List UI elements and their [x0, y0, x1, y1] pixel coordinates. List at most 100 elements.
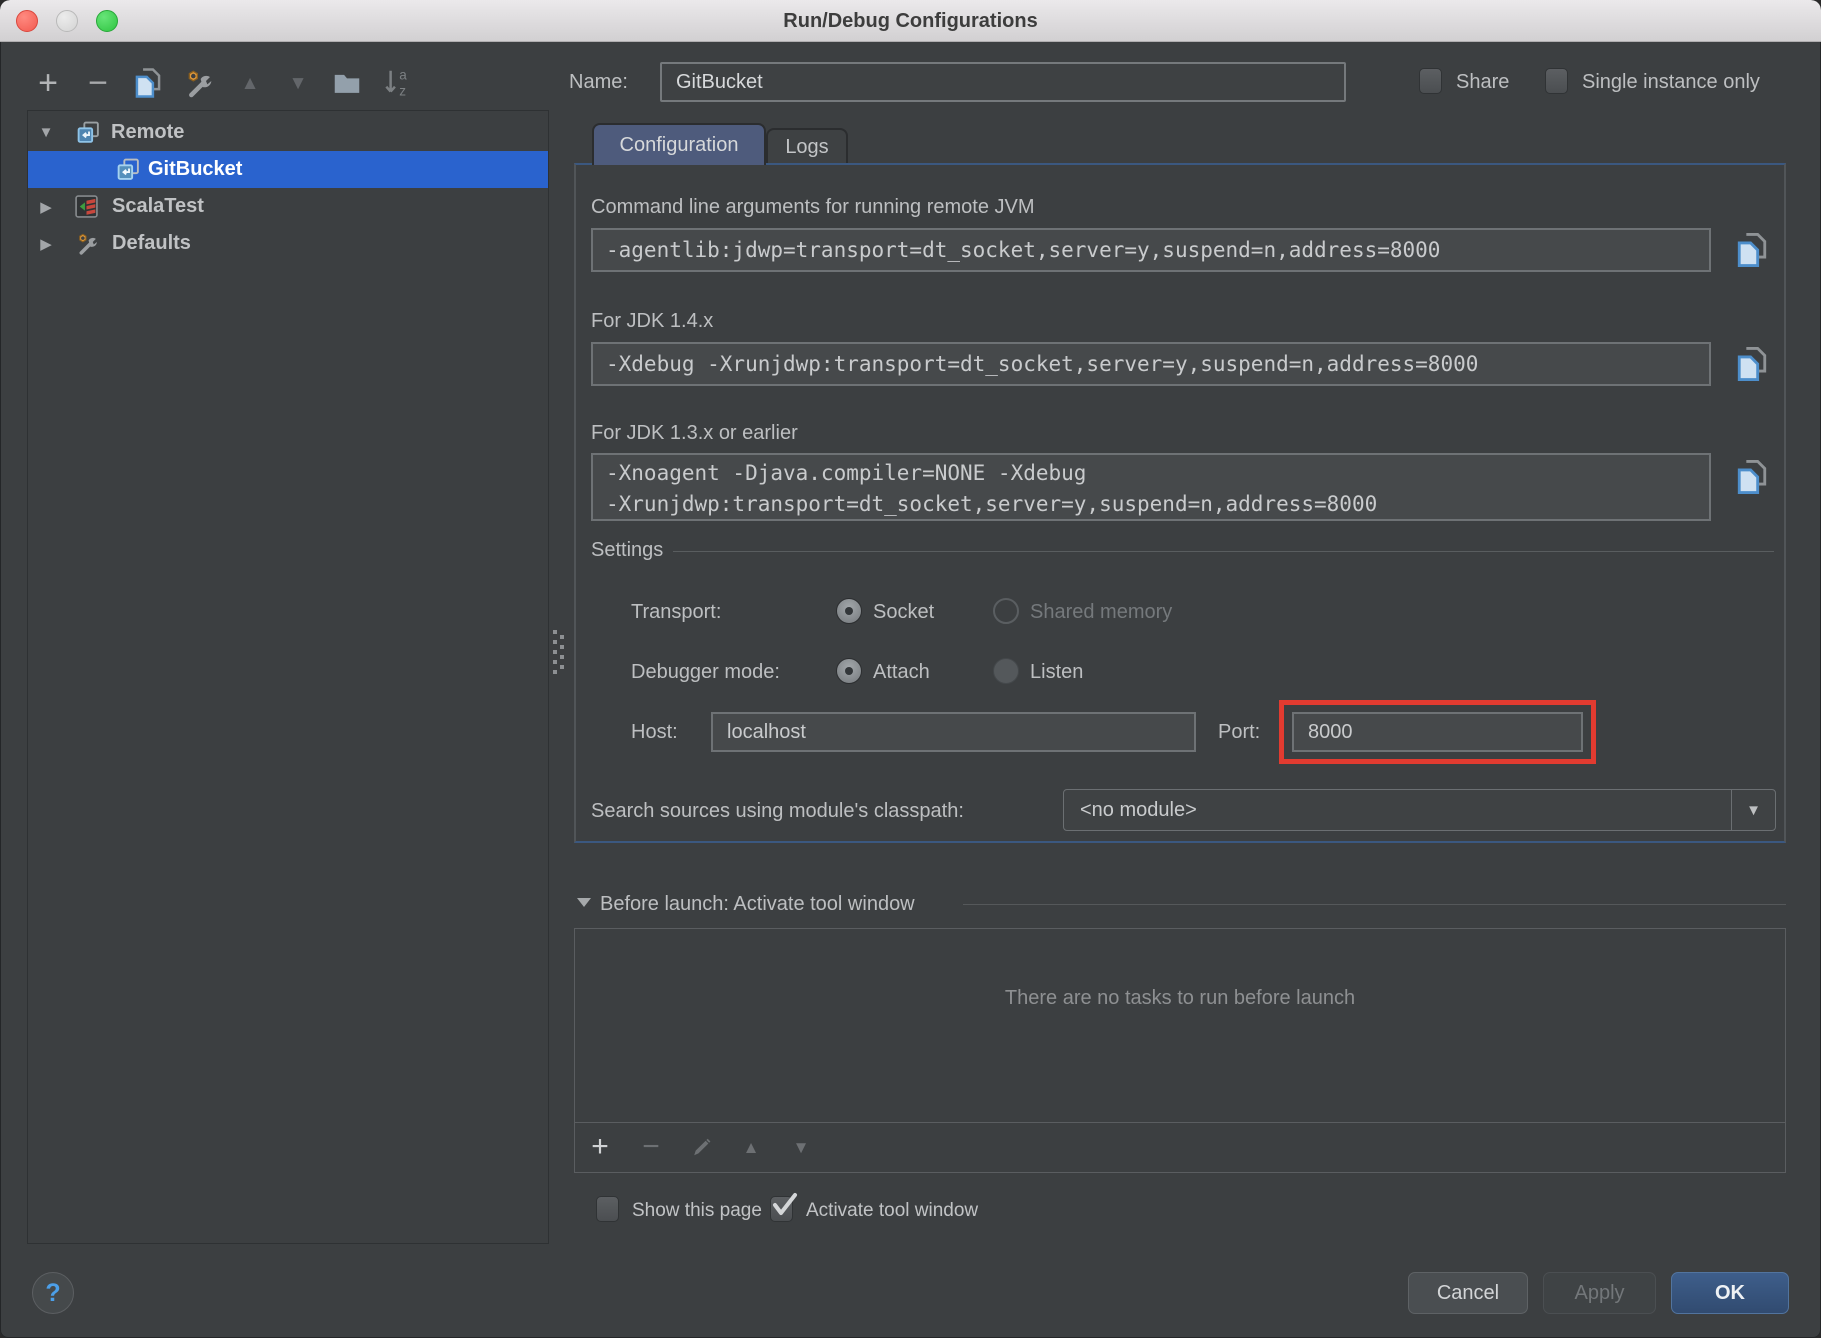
expand-arrow-icon[interactable]: ▶ — [36, 235, 56, 253]
module-classpath-value: <no module> — [1080, 790, 1197, 830]
copy-configuration-button[interactable] — [129, 63, 167, 103]
apply-button[interactable]: Apply — [1543, 1272, 1656, 1314]
move-task-up-button[interactable]: ▲ — [736, 1131, 766, 1163]
remote-config-icon — [116, 157, 141, 182]
plus-icon: + — [591, 1132, 609, 1162]
copy-jdk14-button[interactable] — [1730, 340, 1774, 388]
ok-button[interactable]: OK — [1671, 1272, 1789, 1314]
tree-item-scalatest[interactable]: ▶ ScalaTest — [28, 188, 548, 225]
tree-item-remote[interactable]: ▼ Remote — [28, 114, 548, 151]
configurations-tree: ▼ Remote GitBucket ▶ — [27, 110, 549, 1244]
jdk13-label: For JDK 1.3.x or earlier — [591, 422, 798, 445]
arrow-up-icon: ▲ — [241, 74, 260, 93]
cmd-args-field[interactable]: -agentlib:jdwp=transport=dt_socket,serve… — [591, 228, 1711, 272]
port-input[interactable]: 8000 — [1292, 712, 1583, 752]
tree-item-defaults[interactable]: ▶ Defaults — [28, 225, 548, 262]
move-down-button[interactable]: ▼ — [279, 63, 317, 103]
shared-memory-radio[interactable] — [993, 598, 1019, 624]
tree-item-gitbucket[interactable]: GitBucket — [28, 151, 548, 188]
settings-divider — [673, 551, 1774, 552]
name-input[interactable]: GitBucket — [660, 62, 1346, 102]
dropdown-arrow-button[interactable]: ▼ — [1731, 790, 1775, 830]
cmd-args-label: Command line arguments for running remot… — [591, 196, 1035, 219]
share-checkbox[interactable] — [1419, 68, 1442, 94]
svg-text:z: z — [399, 83, 406, 98]
copy-cmd-args-button[interactable] — [1730, 226, 1774, 274]
svg-text:a: a — [399, 67, 407, 82]
pencil-icon — [691, 1136, 713, 1158]
tab-configuration[interactable]: Configuration — [592, 123, 766, 165]
listen-label: Listen — [1030, 661, 1083, 684]
transport-label: Transport: — [631, 601, 721, 624]
before-launch-collapse-arrow[interactable] — [577, 898, 591, 907]
zoom-window-button[interactable] — [96, 10, 118, 32]
cancel-button[interactable]: Cancel — [1408, 1272, 1528, 1314]
panel-splitter-handle[interactable] — [553, 630, 557, 634]
help-button[interactable]: ? — [32, 1272, 74, 1314]
scalatest-config-icon — [74, 194, 99, 219]
arrow-down-icon: ▼ — [793, 1139, 810, 1156]
jdk13-line2: -Xrunjdwp:transport=dt_socket,server=y,s… — [606, 489, 1709, 520]
question-mark-icon: ? — [45, 1279, 60, 1308]
show-this-page-label: Show this page — [632, 1200, 762, 1222]
copy-icon — [1735, 345, 1769, 383]
before-launch-task-list: There are no tasks to run before launch … — [574, 928, 1786, 1173]
sort-az-icon: a z — [383, 67, 413, 99]
window-title: Run/Debug Configurations — [0, 0, 1821, 42]
attach-radio[interactable] — [836, 658, 862, 684]
chevron-down-icon: ▼ — [1746, 802, 1761, 819]
copy-icon — [1735, 458, 1769, 496]
arrow-up-icon: ▲ — [743, 1139, 760, 1156]
host-input[interactable]: localhost — [711, 712, 1196, 752]
settings-section-label: Settings — [591, 539, 663, 562]
remote-config-icon — [76, 120, 101, 145]
edit-task-button[interactable] — [687, 1131, 717, 1163]
before-launch-title: Before launch: Activate tool window — [600, 893, 915, 916]
create-folder-button[interactable] — [328, 63, 366, 103]
tab-logs[interactable]: Logs — [766, 128, 848, 165]
port-label: Port: — [1218, 721, 1260, 744]
checkmark-icon — [769, 1189, 801, 1221]
copy-jdk13-button[interactable] — [1730, 453, 1774, 501]
move-up-button[interactable]: ▲ — [231, 63, 269, 103]
edit-defaults-button[interactable] — [179, 63, 217, 103]
arrow-down-icon: ▼ — [289, 74, 308, 93]
expand-arrow-icon[interactable]: ▶ — [36, 198, 56, 216]
copy-icon — [133, 67, 163, 99]
remove-task-button[interactable]: − — [636, 1131, 666, 1163]
copy-icon — [1735, 231, 1769, 269]
collapse-arrow-icon[interactable]: ▼ — [36, 124, 56, 141]
minus-icon: − — [88, 66, 108, 100]
single-instance-checkbox[interactable] — [1545, 68, 1568, 94]
show-this-page-checkbox[interactable] — [596, 1196, 619, 1222]
listen-radio[interactable] — [993, 658, 1019, 684]
titlebar: Run/Debug Configurations — [0, 0, 1821, 42]
defaults-wrench-icon — [74, 231, 99, 256]
share-label: Share — [1456, 71, 1509, 94]
add-task-button[interactable]: + — [585, 1131, 615, 1163]
empty-tasks-message: There are no tasks to run before launch — [575, 987, 1785, 1010]
search-sources-label: Search sources using module's classpath: — [591, 800, 964, 823]
close-window-button[interactable] — [16, 10, 38, 32]
remove-configuration-button[interactable]: − — [79, 63, 117, 103]
module-classpath-select[interactable]: <no module> ▼ — [1063, 789, 1776, 831]
folder-icon — [333, 70, 361, 96]
add-configuration-button[interactable]: + — [29, 63, 67, 103]
move-task-down-button[interactable]: ▼ — [786, 1131, 816, 1163]
socket-radio[interactable] — [836, 598, 862, 624]
wrench-icon — [182, 67, 214, 99]
configuration-tab-panel: Command line arguments for running remot… — [574, 163, 1786, 843]
debugger-mode-label: Debugger mode: — [631, 661, 780, 684]
jdk13-line1: -Xnoagent -Djava.compiler=NONE -Xdebug — [606, 458, 1709, 489]
host-label: Host: — [631, 721, 678, 744]
jdk14-field[interactable]: -Xdebug -Xrunjdwp:transport=dt_socket,se… — [591, 342, 1711, 386]
name-label: Name: — [569, 71, 628, 94]
activate-tool-window-checkbox[interactable] — [770, 1196, 793, 1222]
run-debug-configurations-dialog: Run/Debug Configurations + − ▲ ▼ a — [0, 0, 1821, 1338]
attach-label: Attach — [873, 661, 930, 684]
minimize-window-button[interactable] — [56, 10, 78, 32]
task-toolbar-divider — [575, 1122, 1785, 1123]
sort-configurations-button[interactable]: a z — [379, 63, 417, 103]
jdk14-label: For JDK 1.4.x — [591, 310, 713, 333]
jdk13-field[interactable]: -Xnoagent -Djava.compiler=NONE -Xdebug -… — [591, 453, 1711, 521]
